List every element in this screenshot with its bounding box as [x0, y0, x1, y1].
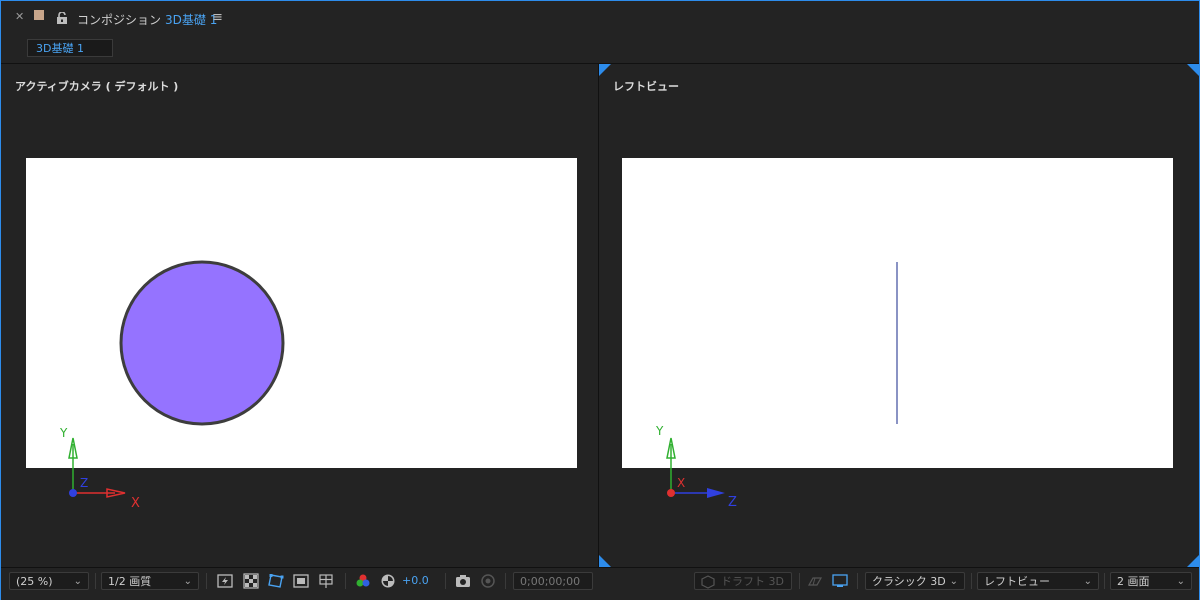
chevron-down-icon: ⌄ — [1176, 576, 1185, 587]
chevron-down-icon: ⌄ — [949, 576, 958, 587]
viewer-status-bar: (25 %) ⌄ 1/2 画質 ⌄ +0.0 0;00;00;00 ドラフト 3D — [1, 567, 1199, 600]
axis-y-label-right: Y — [656, 424, 664, 438]
extended-viewer-icon[interactable] — [832, 573, 848, 589]
separator — [95, 573, 96, 589]
axis-x-label-right: X — [677, 476, 686, 490]
view-layout-value: 2 画面 — [1117, 575, 1150, 588]
active-view-corner-tr — [1187, 64, 1199, 76]
active-view-corner-bl — [599, 555, 611, 567]
view-label-right: レフトビュー — [613, 80, 679, 93]
chevron-down-icon: ⌄ — [1083, 576, 1092, 587]
active-view-corner-br — [1187, 555, 1199, 567]
chevron-down-icon: ⌄ — [183, 576, 192, 587]
active-view-corner-tl — [599, 64, 611, 76]
axis-y-label-left: Y — [60, 426, 68, 440]
reset-exposure-icon[interactable] — [380, 573, 396, 589]
comp-canvas-right[interactable] — [622, 158, 1173, 468]
view-layout-dropdown[interactable]: 2 画面 ⌄ — [1110, 572, 1192, 590]
3d-renderer-value: クラシック 3D — [872, 575, 946, 588]
label-color-swatch[interactable] — [34, 10, 44, 20]
panel-title: コンポジション 3D基礎 1 — [77, 11, 217, 28]
zoom-value: (25 %) — [16, 575, 53, 588]
composition-tab-row: 3D基礎 1 — [1, 35, 1199, 64]
axis-z-label-left: Z — [80, 476, 89, 490]
fast-preview-icon[interactable] — [217, 573, 233, 589]
3d-renderer-dropdown[interactable]: クラシック 3D ⌄ — [865, 572, 965, 590]
composition-panel: ✕ コンポジション 3D基礎 1 ≡ 3D基礎 1 アクティブカメラ ( デフォル… — [0, 0, 1200, 600]
timecode-value: 0;00;00;00 — [520, 575, 581, 588]
panel-title-bar: ✕ コンポジション 3D基礎 1 ≡ — [1, 1, 1199, 35]
color-channel-icon[interactable] — [355, 573, 371, 589]
exposure-value[interactable]: +0.0 — [402, 572, 429, 590]
3d-view-dropdown[interactable]: レフトビュー ⌄ — [977, 572, 1099, 590]
lock-icon[interactable] — [56, 10, 68, 29]
grid-guide-options-icon[interactable] — [318, 573, 334, 589]
timecode-field[interactable]: 0;00;00;00 — [513, 572, 593, 590]
close-icon[interactable]: ✕ — [15, 10, 24, 23]
resolution-dropdown[interactable]: 1/2 画質 ⌄ — [101, 572, 199, 590]
separator — [345, 573, 346, 589]
draft-3d-label: ドラフト 3D — [721, 575, 784, 588]
3d-ground-plane-icon[interactable] — [807, 573, 823, 589]
panel-title-comp-name[interactable]: 3D基礎 1 — [165, 13, 217, 27]
axis-z-label-right: Z — [728, 495, 737, 510]
viewer-left[interactable]: アクティブカメラ ( デフォルト ) Y Z X — [1, 64, 598, 567]
resolution-value: 1/2 画質 — [108, 575, 152, 588]
3d-view-value: レフトビュー — [984, 575, 1050, 588]
separator — [799, 573, 800, 589]
separator — [206, 573, 207, 589]
view-label-left: アクティブカメラ ( デフォルト ) — [15, 80, 179, 93]
hamburger-menu-icon[interactable]: ≡ — [212, 10, 223, 25]
chevron-down-icon: ⌄ — [73, 576, 82, 587]
separator — [857, 573, 858, 589]
separator — [445, 573, 446, 589]
transparency-grid-icon[interactable] — [243, 573, 259, 589]
show-snapshot-icon[interactable] — [480, 573, 496, 589]
separator — [1104, 573, 1105, 589]
region-of-interest-icon[interactable] — [293, 573, 309, 589]
composition-tab[interactable]: 3D基礎 1 — [27, 39, 113, 57]
axis-x-label-left: X — [131, 496, 140, 511]
viewer-right[interactable]: レフトビュー Y X Z — [599, 64, 1199, 567]
snapshot-camera-icon[interactable] — [455, 573, 471, 589]
draft-3d-toggle[interactable]: ドラフト 3D — [694, 572, 792, 590]
separator — [505, 573, 506, 589]
axis-gizmo-right — [666, 437, 725, 498]
draft-3d-icon — [701, 575, 715, 589]
zoom-dropdown[interactable]: (25 %) ⌄ — [9, 572, 89, 590]
panel-title-prefix: コンポジション — [77, 13, 162, 27]
circle-layer — [119, 260, 285, 426]
mask-path-visibility-icon[interactable] — [268, 573, 284, 589]
comp-canvas-left[interactable] — [26, 158, 577, 468]
separator — [971, 573, 972, 589]
